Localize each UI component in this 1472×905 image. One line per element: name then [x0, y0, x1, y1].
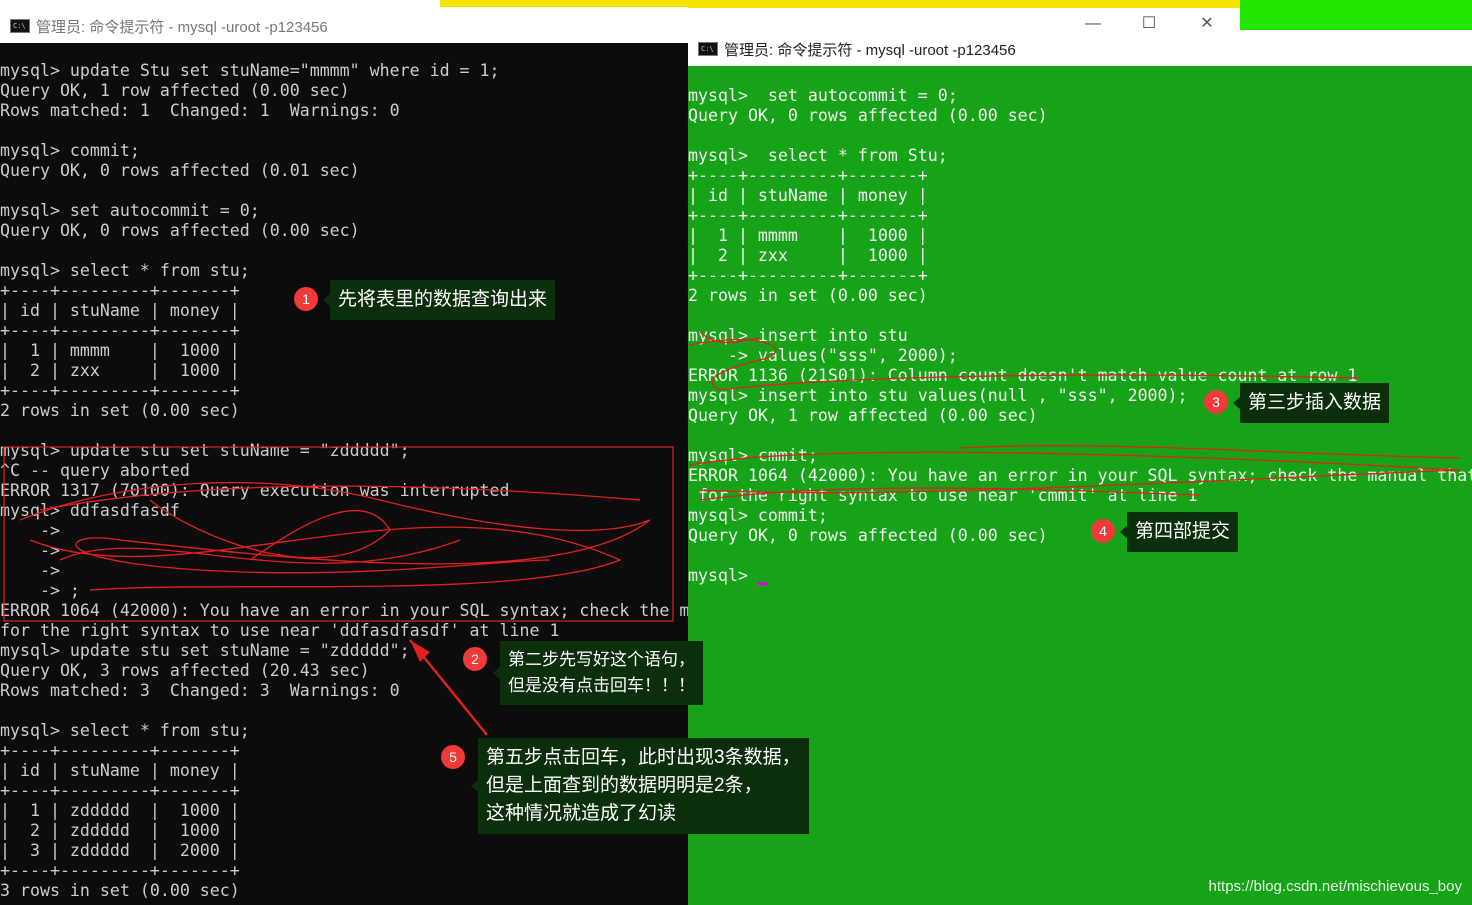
maximize-icon[interactable]: ☐	[1126, 10, 1172, 38]
step-badge-4: 4	[1091, 519, 1115, 543]
annotation-step-2: 第二步先写好这个语句， 但是没有点击回车！！！	[493, 641, 703, 705]
minimize-icon[interactable]: —	[1070, 10, 1116, 38]
step-badge-2: 2	[463, 647, 487, 671]
step-badge-1: 1	[294, 287, 318, 311]
cmd-icon: C:\	[698, 42, 718, 56]
window-controls: — ☐ ✕	[1060, 10, 1240, 38]
right-console-output: mysql> set autocommit = 0; Query OK, 0 r…	[688, 66, 1472, 586]
watermark: https://blog.csdn.net/mischievous_boy	[1208, 878, 1462, 895]
left-window-title: 管理员: 命令提示符 - mysql -uroot -p123456	[36, 19, 328, 36]
left-window-titlebar[interactable]: C:\ 管理员: 命令提示符 - mysql -uroot -p123456	[0, 7, 688, 44]
annotation-step-1: 先将表里的数据查询出来	[322, 280, 556, 320]
annotation-step-4: 第四部提交	[1119, 512, 1239, 552]
cmd-icon: C:\	[10, 19, 30, 33]
step-badge-5: 5	[441, 745, 465, 769]
cursor	[757, 582, 768, 585]
annotation-step-3: 第三步插入数据	[1232, 383, 1390, 423]
step-badge-3: 3	[1204, 390, 1228, 414]
right-console-text: mysql> set autocommit = 0; Query OK, 0 r…	[688, 86, 1472, 585]
close-icon[interactable]: ✕	[1184, 10, 1230, 38]
annotation-step-5: 第五步点击回车，此时出现3条数据， 但是上面查到的数据明明是2条， 这种情况就造…	[471, 738, 809, 834]
right-window-title: 管理员: 命令提示符 - mysql -uroot -p123456	[724, 42, 1016, 59]
